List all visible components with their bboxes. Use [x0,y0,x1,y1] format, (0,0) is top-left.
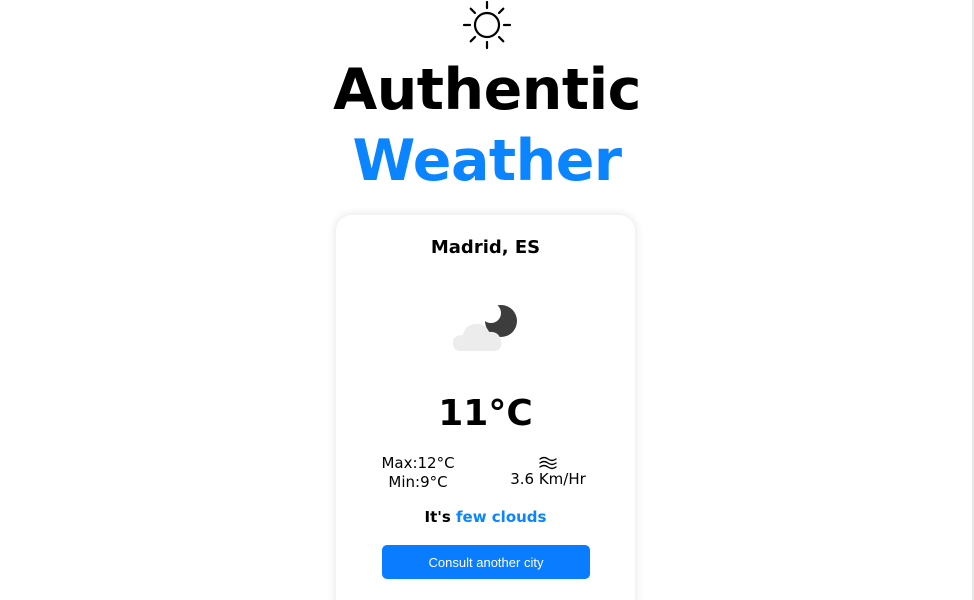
description-condition: few clouds [456,508,547,526]
app-title-line1: Authentic [333,57,641,123]
cloud-moon-icon [453,303,517,351]
description-prefix: It's [424,508,451,526]
temperature: 11°C [438,393,533,434]
wind-info: 3.6 Km/Hr [501,456,595,488]
page: Authentic Weather Madrid, ES 11°C Max:12… [0,0,974,600]
wind-speed: 3.6 Km/Hr [510,470,586,488]
min-max-temps: Max:12°C Min:9°C [376,454,460,492]
app-title-line2: Weather [352,128,622,194]
weather-card: Madrid, ES 11°C Max:12°C Min:9°C 3.6 Km/… [336,215,635,600]
consult-another-city-button[interactable]: Consult another city [382,545,590,579]
min-temp: Min:9°C [388,473,448,491]
wind-icon [539,456,557,470]
max-temp: Max:12°C [381,454,455,472]
sun-icon [462,0,512,50]
city-name: Madrid, ES [430,237,541,258]
weather-description: It's few clouds [336,508,635,526]
